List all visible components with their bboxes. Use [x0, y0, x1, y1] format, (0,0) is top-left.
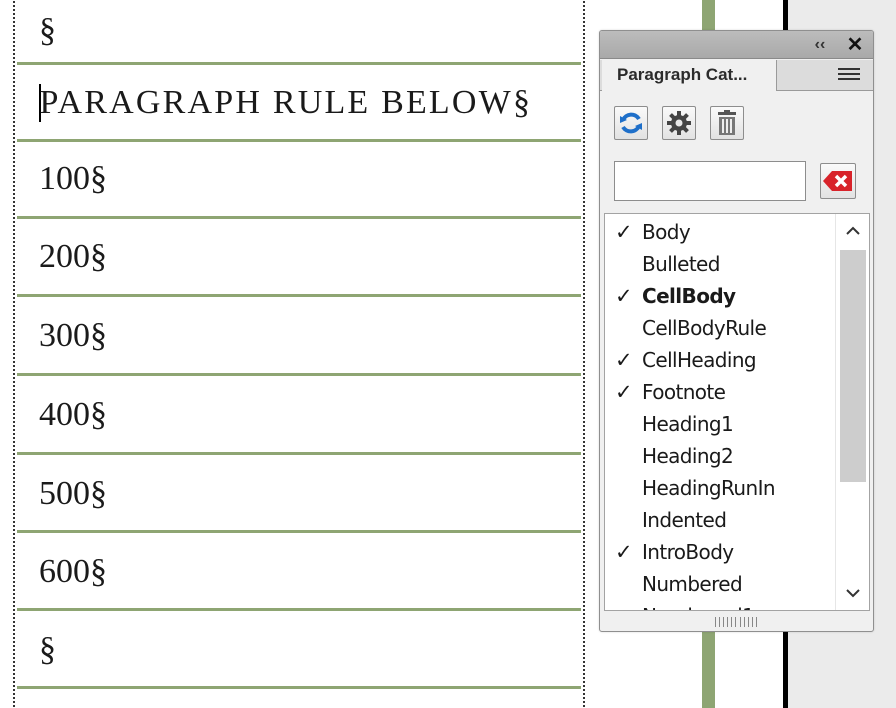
paragraph-text[interactable]: §: [39, 14, 56, 48]
format-name: IntroBody: [642, 540, 734, 564]
delete-unused-button[interactable]: [710, 106, 744, 140]
list-item[interactable]: ✓ Body: [605, 216, 835, 248]
paragraph-text[interactable]: 300§: [39, 319, 107, 353]
format-name: HeadingRunIn: [642, 476, 776, 500]
format-name: Heading1: [642, 412, 734, 436]
paragraph-row[interactable]: 600§: [17, 533, 581, 611]
list-item[interactable]: ✓ CellHeading: [605, 344, 835, 376]
paragraph-row[interactable]: 500§: [17, 455, 581, 533]
format-name: Footnote: [642, 380, 726, 404]
panel-resize-grip[interactable]: [715, 617, 757, 627]
list-item[interactable]: Indented: [605, 504, 835, 536]
paragraph-row[interactable]: PARAGRAPH RULE BELOW§: [17, 65, 581, 140]
paragraph-row[interactable]: 100§: [17, 142, 581, 216]
panel-titlebar[interactable]: ‹‹ ✕: [600, 31, 873, 59]
paragraph-row[interactable]: §: [17, 611, 581, 689]
list-item[interactable]: Numbered1: [605, 600, 835, 610]
list-item-current[interactable]: ✓ CellBody: [605, 280, 835, 312]
paragraph-text[interactable]: 400§: [39, 398, 107, 432]
list-item[interactable]: ✓ IntroBody: [605, 536, 835, 568]
paragraph-text[interactable]: 200§: [39, 239, 107, 274]
format-name: CellBody: [642, 284, 736, 308]
paragraph-row[interactable]: §: [17, 0, 581, 62]
scroll-up-button[interactable]: [836, 214, 869, 248]
list-item[interactable]: Heading2: [605, 440, 835, 472]
refresh-icon: [620, 112, 642, 134]
filter-input[interactable]: [614, 161, 806, 201]
list-item[interactable]: Bulleted: [605, 248, 835, 280]
paragraph-text[interactable]: 100§: [39, 162, 107, 196]
paragraph-text[interactable]: PARAGRAPH RULE BELOW§: [40, 85, 533, 120]
used-checkmark: ✓: [615, 540, 633, 564]
panel-menu-icon[interactable]: [838, 68, 860, 84]
clear-icon: [823, 171, 852, 191]
scroll-down-button[interactable]: [836, 576, 869, 610]
used-checkmark: ✓: [615, 220, 633, 244]
format-name: Bulleted: [642, 252, 720, 276]
chevron-down-icon: [846, 589, 860, 598]
paragraph-catalog-panel[interactable]: ‹‹ ✕ Paragraph Cat... ✓ Body Bulleted ✓ …: [599, 30, 874, 632]
tab-paragraph-catalog[interactable]: Paragraph Cat...: [602, 60, 777, 91]
format-name: Numbered: [642, 572, 743, 596]
used-checkmark: ✓: [615, 380, 633, 404]
paragraph-text[interactable]: §: [39, 633, 56, 667]
document-text-column[interactable]: § PARAGRAPH RULE BELOW§ 100§ 200§ 300§ 4…: [13, 0, 585, 708]
used-checkmark: ✓: [615, 284, 633, 308]
format-name: Body: [642, 220, 691, 244]
list-item[interactable]: HeadingRunIn: [605, 472, 835, 504]
trash-icon: [718, 110, 736, 135]
list-item[interactable]: Numbered: [605, 568, 835, 600]
format-name: Heading2: [642, 444, 734, 468]
paragraph-row[interactable]: 200§: [17, 219, 581, 294]
paragraph-rule: [17, 686, 581, 689]
panel-tab-strip: Paragraph Cat...: [600, 60, 873, 91]
format-name: Numbered1: [642, 600, 755, 610]
paragraph-format-list[interactable]: ✓ Body Bulleted ✓ CellBody CellBodyRule …: [604, 213, 870, 611]
scrollbar-thumb[interactable]: [840, 250, 866, 482]
format-name: CellBodyRule: [642, 316, 767, 340]
paragraph-text[interactable]: 500§: [39, 477, 107, 511]
paragraph-text[interactable]: 600§: [39, 555, 107, 589]
collapse-panel-button[interactable]: ‹‹: [808, 35, 832, 55]
format-name: Indented: [642, 508, 727, 532]
list-item[interactable]: ✓ Footnote: [605, 376, 835, 408]
gear-icon: [667, 111, 691, 135]
list-scrollbar[interactable]: [835, 214, 869, 610]
list-item[interactable]: Heading1: [605, 408, 835, 440]
used-checkmark: ✓: [615, 348, 633, 372]
list-item[interactable]: CellBodyRule: [605, 312, 835, 344]
format-name: CellHeading: [642, 348, 757, 372]
refresh-button[interactable]: [614, 106, 648, 140]
chevron-up-icon: [846, 226, 860, 235]
paragraph-row[interactable]: 400§: [17, 376, 581, 454]
close-panel-button[interactable]: ✕: [844, 35, 866, 55]
clear-filter-button[interactable]: [820, 163, 856, 199]
paragraph-row[interactable]: 300§: [17, 297, 581, 375]
settings-button[interactable]: [662, 106, 696, 140]
